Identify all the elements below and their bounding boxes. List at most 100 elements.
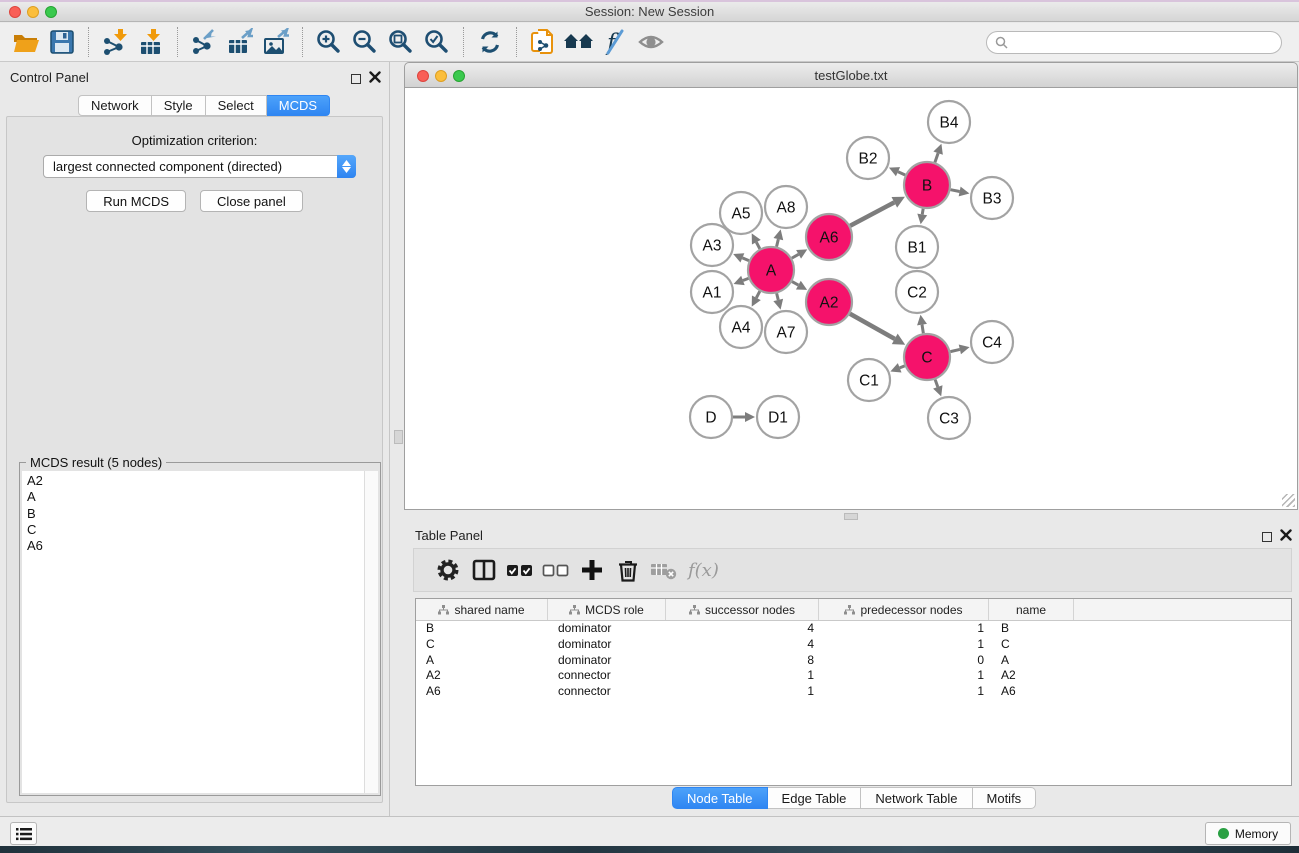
select-all-checked-icon[interactable] (502, 552, 538, 588)
column-header-mcds-role[interactable]: MCDS role (548, 599, 666, 620)
delete-column-trash-icon[interactable] (610, 552, 646, 588)
table-cell-name[interactable]: A2 (989, 668, 1074, 684)
mcds-result-item[interactable]: B (22, 506, 364, 522)
vertical-splitter-handle[interactable] (394, 430, 403, 444)
zoom-fit-icon[interactable] (385, 25, 417, 59)
tab-node-table[interactable]: Node Table (672, 787, 768, 809)
settings-gear-icon[interactable] (430, 552, 466, 588)
export-network-icon[interactable] (188, 25, 220, 59)
network-window-titlebar[interactable]: testGlobe.txt (404, 62, 1298, 88)
graph-edge-C-C4[interactable] (950, 345, 969, 355)
mcds-result-item[interactable]: A2 (22, 473, 364, 489)
graph-node-A1[interactable]: A1 (691, 271, 733, 313)
run-mcds-button[interactable]: Run MCDS (86, 190, 186, 212)
network-canvas[interactable]: B4B2BB3A8A5A6A3B1AC2A1A2A4A7C4CC1DD1C3 (404, 88, 1298, 510)
graph-node-A5[interactable]: A5 (720, 192, 762, 234)
table-cell-predecessor-nodes[interactable]: 0 (819, 653, 989, 669)
graph-node-C3[interactable]: C3 (928, 397, 970, 439)
graph-edge-D-D1[interactable] (733, 412, 755, 422)
table-cell-mcds-role[interactable]: dominator (548, 637, 666, 653)
table-cell-predecessor-nodes[interactable]: 1 (819, 668, 989, 684)
tab-motifs[interactable]: Motifs (973, 787, 1037, 809)
graph-node-A8[interactable]: A8 (765, 186, 807, 228)
graph-node-A6[interactable]: A6 (806, 214, 852, 260)
export-table-icon[interactable] (224, 25, 256, 59)
tab-network[interactable]: Network (78, 95, 152, 116)
delete-table-icon[interactable] (646, 552, 682, 588)
graph-node-B4[interactable]: B4 (928, 101, 970, 143)
tab-mcds[interactable]: MCDS (267, 95, 330, 116)
mcds-result-scrollbar[interactable] (364, 471, 378, 793)
graph-edge-C-C1[interactable] (890, 363, 904, 372)
table-cell-name[interactable]: A (989, 653, 1074, 669)
open-session-icon[interactable] (10, 25, 42, 59)
table-row[interactable]: Bdominator41B (416, 621, 1291, 637)
export-image-icon[interactable] (260, 25, 292, 59)
tab-style[interactable]: Style (152, 95, 206, 116)
float-panel-icon[interactable] (351, 71, 361, 89)
column-header-name[interactable]: name (989, 599, 1074, 620)
clone-network-icon[interactable] (527, 25, 559, 59)
close-panel-icon[interactable] (369, 70, 381, 88)
function-builder-icon[interactable]: f(x) (688, 560, 719, 581)
graph-edge-C-C3[interactable] (933, 380, 942, 397)
table-cell-name[interactable]: C (989, 637, 1074, 653)
table-cell-shared-name[interactable]: B (416, 621, 548, 637)
table-cell-successor-nodes[interactable]: 4 (666, 621, 819, 637)
table-cell-name[interactable]: A6 (989, 684, 1074, 700)
graph-node-A4[interactable]: A4 (720, 306, 762, 348)
zoom-out-icon[interactable] (349, 25, 381, 59)
graph-node-D[interactable]: D (690, 396, 732, 438)
horizontal-splitter-handle[interactable] (844, 513, 858, 520)
mcds-result-item[interactable]: C (22, 522, 364, 538)
zoom-in-icon[interactable] (313, 25, 345, 59)
graph-edge-B-B4[interactable] (933, 144, 942, 163)
graph-node-C[interactable]: C (904, 334, 950, 380)
tab-network-table[interactable]: Network Table (861, 787, 972, 809)
tab-edge-table[interactable]: Edge Table (768, 787, 862, 809)
graph-node-C1[interactable]: C1 (848, 359, 890, 401)
graph-node-B1[interactable]: B1 (896, 226, 938, 268)
graph-node-A3[interactable]: A3 (691, 224, 733, 266)
save-session-icon[interactable] (46, 25, 78, 59)
import-network-icon[interactable] (99, 25, 131, 59)
table-row[interactable]: A2connector11A2 (416, 668, 1291, 684)
table-row[interactable]: Cdominator41C (416, 637, 1291, 653)
table-cell-successor-nodes[interactable]: 1 (666, 668, 819, 684)
table-close-panel-icon[interactable] (1280, 528, 1292, 546)
criterion-select[interactable]: largest connected component (directed) (43, 155, 356, 178)
task-history-button[interactable] (10, 822, 37, 845)
tab-select[interactable]: Select (206, 95, 267, 116)
mcds-result-item[interactable]: A (22, 489, 364, 505)
graph-edge-B-B1[interactable] (917, 209, 927, 225)
graph-edge-A-A3[interactable] (733, 253, 749, 262)
graph-node-B2[interactable]: B2 (847, 137, 889, 179)
close-panel-button[interactable]: Close panel (200, 190, 303, 212)
memory-button[interactable]: Memory (1205, 822, 1291, 845)
table-row[interactable]: Adominator80A (416, 653, 1291, 669)
graph-node-B[interactable]: B (904, 162, 950, 208)
add-column-icon[interactable] (574, 552, 610, 588)
graph-node-A[interactable]: A (748, 247, 794, 293)
graph-edge-A2-C[interactable] (850, 314, 905, 345)
table-float-panel-icon[interactable] (1262, 529, 1272, 547)
table-cell-predecessor-nodes[interactable]: 1 (819, 684, 989, 700)
graph-edge-C-C2[interactable] (917, 315, 927, 334)
graph-edge-A-A8[interactable] (773, 229, 783, 246)
search-input[interactable] (1013, 35, 1273, 50)
table-cell-mcds-role[interactable]: dominator (548, 653, 666, 669)
table-cell-successor-nodes[interactable]: 4 (666, 637, 819, 653)
resize-grip-icon[interactable] (1282, 494, 1295, 507)
table-cell-predecessor-nodes[interactable]: 1 (819, 637, 989, 653)
table-cell-mcds-role[interactable]: connector (548, 668, 666, 684)
graph-edge-A-A2[interactable] (792, 281, 807, 290)
table-cell-successor-nodes[interactable]: 1 (666, 684, 819, 700)
deselect-all-unchecked-icon[interactable] (538, 552, 574, 588)
table-row[interactable]: A6connector11A6 (416, 684, 1291, 700)
column-header-successor-nodes[interactable]: successor nodes (666, 599, 819, 620)
home-icon[interactable] (563, 25, 595, 59)
refresh-icon[interactable] (474, 25, 506, 59)
graph-node-A2[interactable]: A2 (806, 279, 852, 325)
table-cell-shared-name[interactable]: C (416, 637, 548, 653)
table-cell-mcds-role[interactable]: dominator (548, 621, 666, 637)
